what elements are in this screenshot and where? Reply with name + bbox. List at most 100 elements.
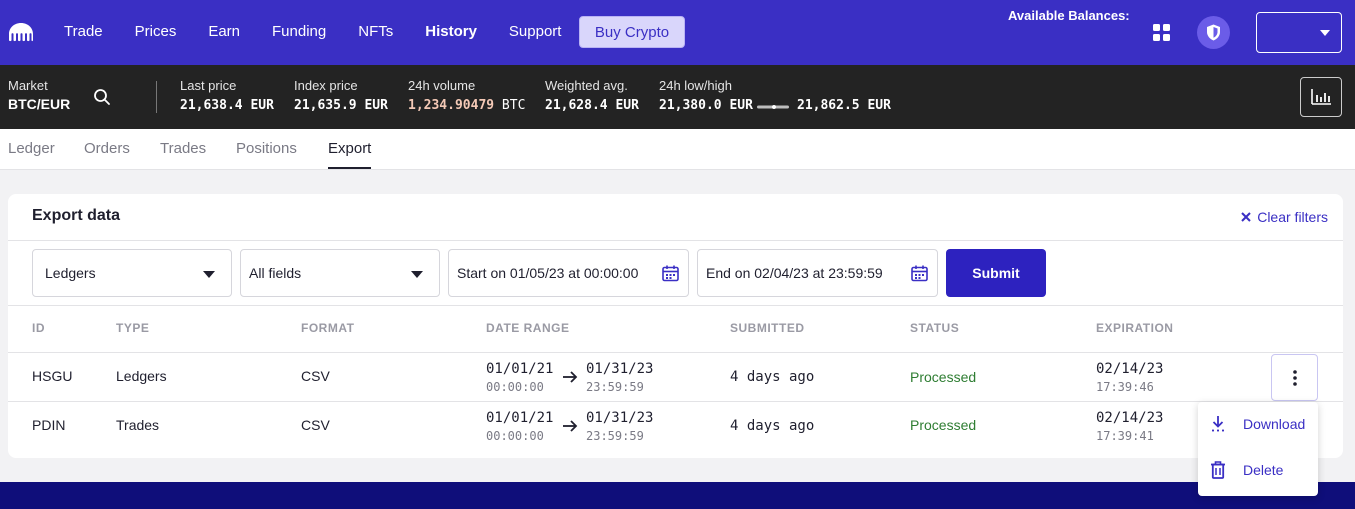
start-date-field[interactable]: Start on 01/05/23 at 00:00:00: [448, 249, 689, 297]
row-submitted: 4 days ago: [730, 369, 815, 385]
index-price-label: Index price: [294, 78, 358, 93]
row-expiration-time: 17:39:41: [1096, 429, 1154, 443]
chevron-down-icon: [203, 271, 215, 278]
volume-unit: BTC: [501, 98, 526, 113]
clear-filters-button[interactable]: Clear filters: [1241, 209, 1328, 225]
volume-value: 1,234.90479 BTC: [408, 98, 525, 113]
tab-orders[interactable]: Orders: [84, 140, 130, 157]
last-price-label: Last price: [180, 78, 237, 93]
low-high-label: 24h low/high: [659, 78, 732, 93]
row-id: PDIN: [32, 417, 66, 433]
nav-prices[interactable]: Prices: [119, 0, 193, 65]
account-dropdown[interactable]: [1256, 12, 1342, 53]
column-header-format: FORMAT: [301, 321, 355, 335]
row-actions-button[interactable]: [1271, 354, 1318, 401]
delete-label: Delete: [1243, 462, 1284, 478]
arrow-right-icon: [563, 420, 578, 432]
row-actions-menu: Download Delete: [1198, 402, 1318, 496]
divider: [8, 352, 1343, 353]
divider: [8, 240, 1343, 241]
nav-earn[interactable]: Earn: [192, 0, 256, 65]
nav-support[interactable]: Support: [493, 0, 578, 65]
fields-select[interactable]: All fields: [240, 249, 440, 297]
high-value: 21,862.5 EUR: [797, 98, 891, 113]
history-tabs: Ledger Orders Trades Positions Export: [0, 129, 1355, 170]
chevron-down-icon: [411, 271, 423, 278]
fields-value: All fields: [249, 265, 302, 281]
clear-filters-label: Clear filters: [1257, 209, 1328, 225]
nav-nfts[interactable]: NFTs: [342, 0, 409, 65]
index-price-value: 21,635.9 EUR: [294, 98, 388, 113]
download-menu-item[interactable]: Download: [1198, 402, 1318, 446]
export-type-select[interactable]: Ledgers: [32, 249, 232, 297]
market-label: Market: [8, 78, 48, 93]
security-button[interactable]: [1197, 16, 1230, 49]
close-icon: [1241, 212, 1251, 222]
row-expiration-date: 02/14/23: [1096, 361, 1164, 377]
row-type: Ledgers: [116, 368, 167, 384]
available-balances-label: Available Balances:: [1008, 8, 1130, 23]
row-from-time: 00:00:00: [486, 429, 544, 443]
download-icon: [1212, 416, 1224, 432]
end-date-field[interactable]: End on 02/04/23 at 23:59:59: [697, 249, 938, 297]
download-label: Download: [1243, 416, 1306, 432]
row-type: Trades: [116, 417, 160, 433]
delete-menu-item[interactable]: Delete: [1198, 448, 1318, 492]
tab-trades[interactable]: Trades: [160, 140, 206, 157]
row-to-time: 23:59:59: [586, 380, 644, 394]
export-data-card: Export data Clear filters Ledgers All fi…: [8, 194, 1343, 458]
row-format: CSV: [301, 417, 330, 433]
page-title: Export data: [32, 207, 121, 224]
nav-trade[interactable]: Trade: [48, 0, 119, 65]
shield-icon: [1207, 24, 1220, 41]
status-badge: Processed: [910, 417, 977, 433]
row-to-date: 01/31/23: [586, 410, 654, 426]
export-type-value: Ledgers: [45, 265, 96, 281]
volume-label: 24h volume: [408, 78, 476, 93]
column-header-type: TYPE: [116, 321, 150, 335]
weighted-avg-label: Weighted avg.: [545, 78, 628, 93]
grid-icon[interactable]: [1153, 24, 1170, 41]
low-value: 21,380.0 EUR: [659, 98, 753, 113]
chart-button[interactable]: [1300, 77, 1342, 117]
chart-icon: [1311, 89, 1331, 105]
status-badge: Processed: [910, 369, 977, 385]
nav-history[interactable]: History: [409, 0, 493, 65]
main-nav: Trade Prices Earn Funding NFTs History S…: [48, 0, 577, 65]
column-header-status: STATUS: [910, 321, 960, 335]
kraken-logo-icon[interactable]: [8, 22, 34, 42]
row-submitted: 4 days ago: [730, 418, 815, 434]
ticker-divider: [156, 81, 157, 113]
arrow-right-icon: [563, 371, 578, 383]
tab-positions[interactable]: Positions: [236, 140, 297, 157]
top-navbar: Trade Prices Earn Funding NFTs History S…: [0, 0, 1355, 65]
calendar-icon[interactable]: [911, 265, 928, 282]
column-header-id: ID: [32, 321, 45, 335]
buy-crypto-button[interactable]: Buy Crypto: [579, 16, 685, 48]
row-id: HSGU: [32, 368, 73, 384]
kebab-icon: [1292, 369, 1297, 386]
tab-ledger[interactable]: Ledger: [8, 140, 55, 157]
nav-funding[interactable]: Funding: [256, 0, 342, 65]
active-tab-indicator: [328, 167, 371, 169]
submit-button[interactable]: Submit: [946, 249, 1046, 297]
market-pair[interactable]: BTC/EUR: [8, 96, 70, 112]
last-price-value: 21,638.4 EUR: [180, 98, 274, 113]
divider: [8, 401, 1343, 402]
row-from-date: 01/01/21: [486, 410, 554, 426]
row-expiration-time: 17:39:46: [1096, 380, 1154, 394]
row-format: CSV: [301, 368, 330, 384]
tab-export[interactable]: Export: [328, 140, 371, 157]
column-header-expiration: EXPIRATION: [1096, 321, 1174, 335]
range-indicator: [757, 105, 789, 109]
column-header-submitted: SUBMITTED: [730, 321, 805, 335]
market-ticker: Market BTC/EUR Last price 21,638.4 EUR I…: [0, 65, 1355, 129]
end-date-value: End on 02/04/23 at 23:59:59: [706, 265, 883, 281]
row-from-time: 00:00:00: [486, 380, 544, 394]
calendar-icon[interactable]: [662, 265, 679, 282]
footer-band: [0, 482, 1355, 509]
row-from-date: 01/01/21: [486, 361, 554, 377]
weighted-avg-value: 21,628.4 EUR: [545, 98, 639, 113]
trash-icon: [1211, 461, 1225, 479]
search-icon[interactable]: [93, 88, 111, 106]
